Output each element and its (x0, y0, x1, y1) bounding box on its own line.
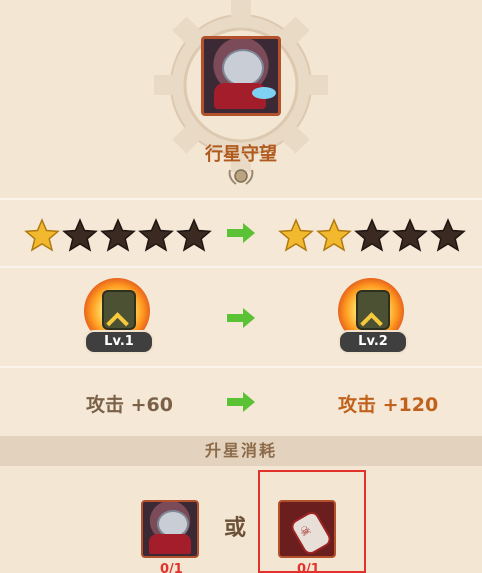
star-compare-row (0, 198, 482, 268)
star-empty-icon (430, 218, 466, 252)
cost-item-1-count: 0/1 (160, 562, 183, 573)
star-empty-icon (62, 218, 98, 252)
level-compare-row: Lv.1 Lv.2 (0, 266, 482, 368)
or-label: 或 (224, 516, 247, 541)
star-filled-icon (278, 218, 314, 252)
star-empty-icon (138, 218, 174, 252)
level-label-before: Lv.1 (84, 330, 154, 354)
laurel-medal-icon (228, 169, 254, 185)
cost-item-potion[interactable]: ☠ (278, 500, 336, 558)
star-filled-icon (316, 218, 352, 252)
stars-before (24, 218, 212, 252)
skill-portrait[interactable] (201, 36, 281, 116)
level-badge-before: Lv.1 (78, 278, 158, 362)
skill-name: 行星守望 (205, 144, 277, 165)
level-label-after: Lv.2 (338, 330, 408, 354)
cost-item-hero-card[interactable] (141, 500, 199, 558)
cost-item-2-count: 0/1 (297, 562, 320, 573)
star-empty-icon (100, 218, 136, 252)
hero-cape (149, 534, 191, 554)
star-empty-icon (392, 218, 428, 252)
attack-after: 攻击 +120 (338, 394, 439, 416)
attack-before: 攻击 +60 (86, 394, 173, 416)
stars-after (278, 218, 466, 252)
level-badge-after: Lv.2 (332, 278, 412, 362)
attack-compare-row: 攻击 +60 攻击 +120 (0, 366, 482, 438)
energy-glow (252, 87, 276, 99)
cost-section-title: 升星消耗 (0, 436, 482, 466)
arrow-right-icon (227, 308, 255, 328)
star-empty-icon (354, 218, 390, 252)
arrow-right-icon (227, 392, 255, 412)
helmet-visor (222, 49, 264, 87)
arrow-right-icon (227, 223, 255, 243)
star-upgrade-panel: 行星守望 Lv.1 Lv.2 攻击 +60 攻击 +120 升星消耗 0/1 或… (0, 0, 482, 573)
star-empty-icon (176, 218, 212, 252)
star-filled-icon (24, 218, 60, 252)
